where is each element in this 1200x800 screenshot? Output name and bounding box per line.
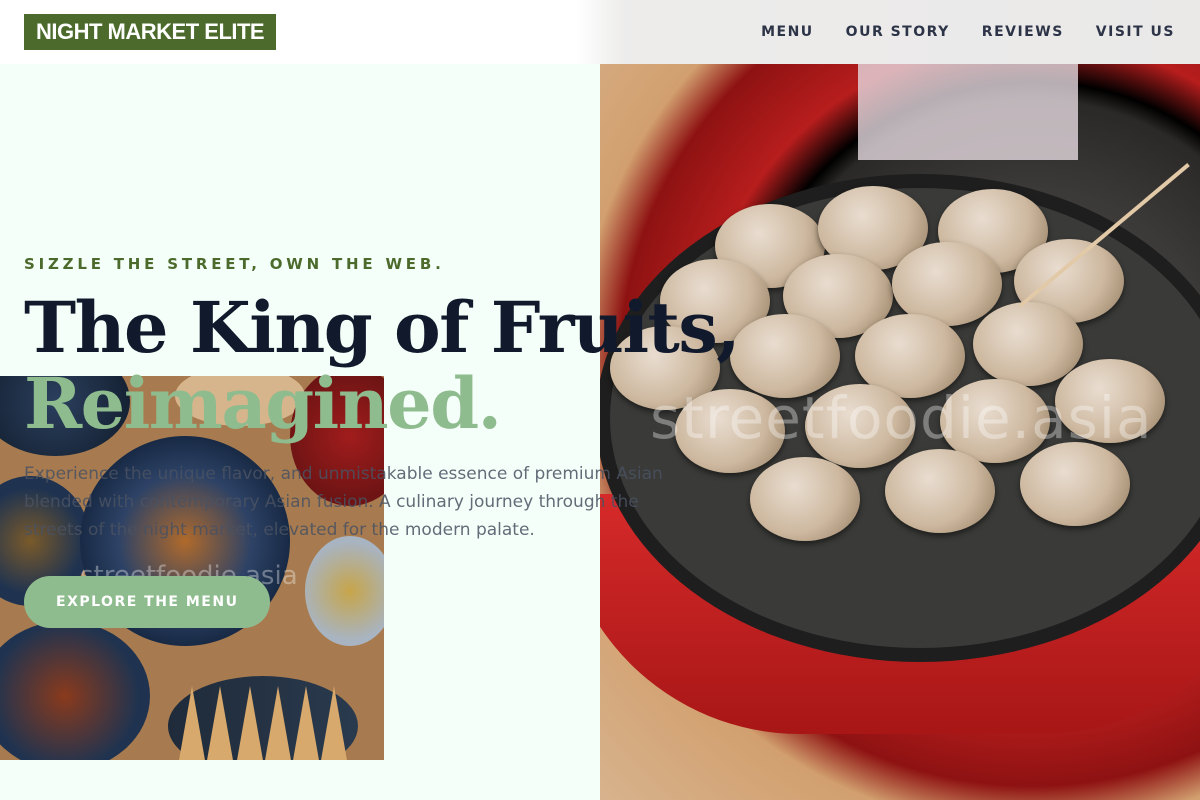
nav-item-menu[interactable]: MENU — [761, 24, 814, 40]
nav-item-reviews[interactable]: REVIEWS — [982, 24, 1064, 40]
explore-menu-button[interactable]: EXPLORE THE MENU — [24, 576, 271, 628]
hero-description: Experience the unique flavor, and unmist… — [24, 464, 663, 540]
site-header: NIGHT MARKET ELITE MENU OUR STORY REVIEW… — [0, 0, 1200, 64]
takoyaki-ball — [750, 457, 860, 541]
hero-eyebrow: SIZZLE THE STREET, OWN THE WEB. — [24, 255, 445, 273]
nav-item-our-story[interactable]: OUR STORY — [846, 24, 950, 40]
plate — [0, 621, 150, 760]
takoyaki-ball — [885, 449, 995, 533]
hero-title-line2: Reimagined. — [24, 362, 502, 445]
plate — [305, 536, 384, 646]
paper-note — [858, 64, 1078, 160]
logo[interactable]: NIGHT MARKET ELITE — [24, 14, 277, 50]
main-nav: MENU OUR STORY REVIEWS VISIT US — [761, 24, 1175, 40]
takoyaki-ball — [1020, 442, 1130, 526]
hero-title-line1: The King of Fruits, — [24, 286, 741, 369]
nav-item-visit-us[interactable]: VISIT US — [1096, 24, 1175, 40]
hero-title: The King of Fruits, Reimagined. — [24, 290, 741, 445]
